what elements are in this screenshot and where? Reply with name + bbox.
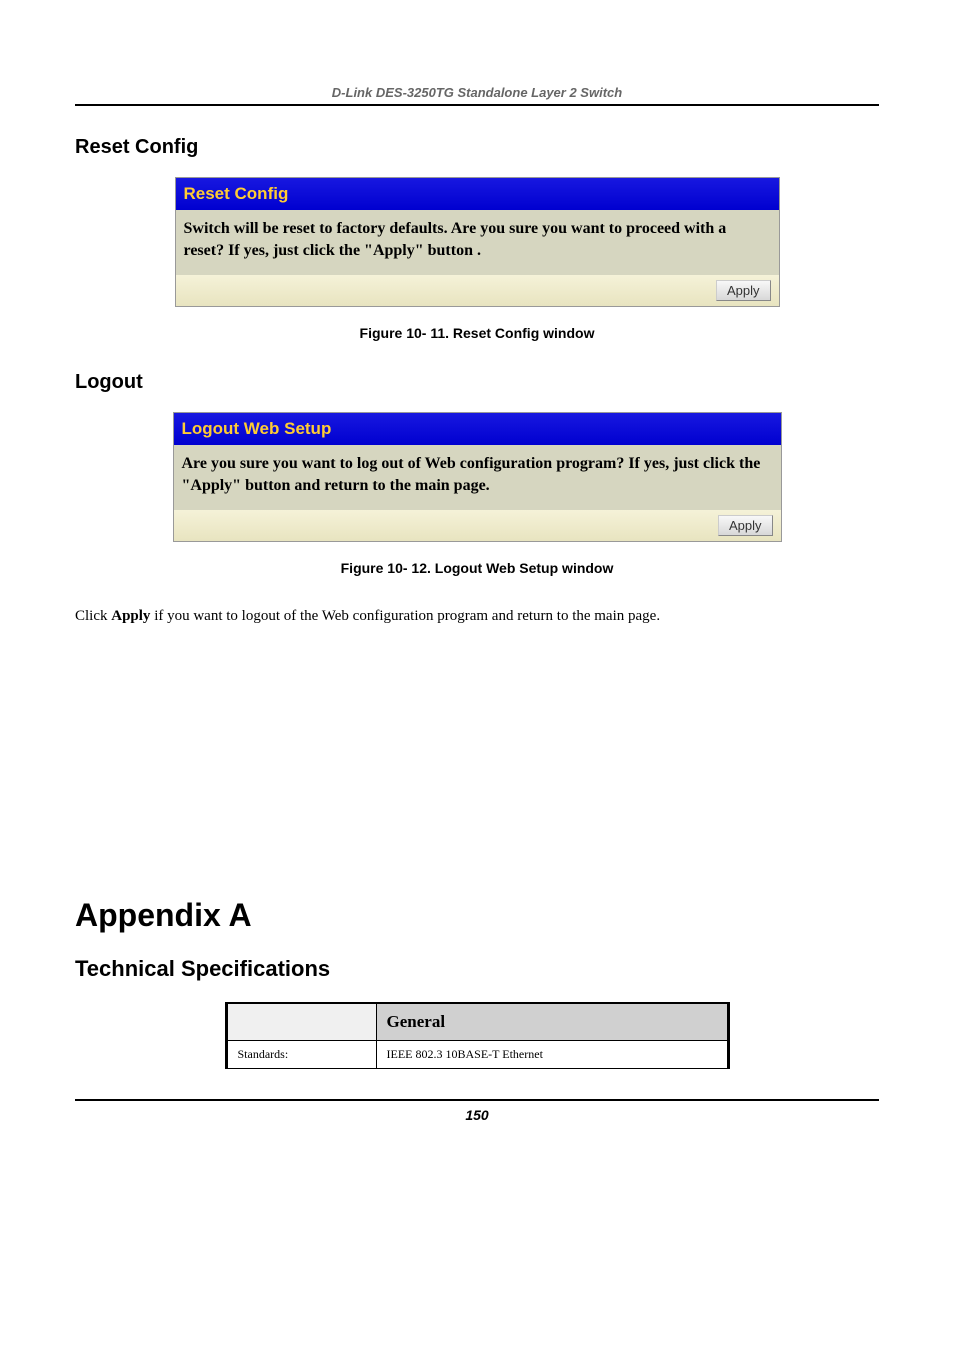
logout-para-pre: Click	[75, 608, 111, 624]
tech-specs-heading: Technical Specifications	[75, 956, 879, 982]
header-divider	[75, 104, 879, 106]
logout-message: Are you sure you want to log out of Web …	[182, 453, 773, 496]
logout-panel: Logout Web Setup Are you sure you want t…	[173, 412, 782, 542]
table-header-empty	[226, 1003, 376, 1041]
logout-heading: Logout	[75, 371, 879, 394]
reset-config-caption: Figure 10- 11. Reset Config window	[75, 325, 879, 341]
appendix-title: Appendix A	[75, 897, 879, 934]
header-title: D-Link DES-3250TG Standalone Layer 2 Swi…	[75, 85, 879, 100]
reset-config-apply-button[interactable]: Apply	[716, 280, 771, 301]
table-header-general: General	[376, 1003, 728, 1041]
reset-config-heading: Reset Config	[75, 136, 879, 159]
logout-caption: Figure 10- 12. Logout Web Setup window	[75, 560, 879, 576]
logout-instruction: Click Apply if you want to logout of the…	[75, 606, 879, 627]
page-number: 150	[75, 1107, 879, 1123]
page-header: D-Link DES-3250TG Standalone Layer 2 Swi…	[75, 0, 879, 106]
reset-config-body: Switch will be reset to factory defaults…	[176, 210, 779, 275]
page-footer: 150	[75, 1099, 879, 1123]
reset-config-title-bar: Reset Config	[176, 178, 779, 210]
table-header-row: General	[226, 1003, 728, 1041]
logout-para-bold: Apply	[111, 608, 150, 624]
specs-table: General Standards: IEEE 802.3 10BASE-T E…	[225, 1002, 730, 1069]
logout-body: Are you sure you want to log out of Web …	[174, 445, 781, 510]
table-row: Standards: IEEE 802.3 10BASE-T Ethernet	[226, 1041, 728, 1069]
table-row-value: IEEE 802.3 10BASE-T Ethernet	[376, 1041, 728, 1069]
logout-title-bar: Logout Web Setup	[174, 413, 781, 445]
reset-config-title: Reset Config	[184, 184, 289, 203]
logout-para-post: if you want to logout of the Web configu…	[150, 608, 660, 624]
logout-title: Logout Web Setup	[182, 419, 332, 438]
footer-divider	[75, 1099, 879, 1101]
reset-config-message: Switch will be reset to factory defaults…	[184, 218, 771, 261]
logout-footer: Apply	[174, 510, 781, 541]
reset-config-footer: Apply	[176, 275, 779, 306]
reset-config-panel: Reset Config Switch will be reset to fac…	[175, 177, 780, 307]
table-row-label: Standards:	[226, 1041, 376, 1069]
logout-apply-button[interactable]: Apply	[718, 515, 773, 536]
